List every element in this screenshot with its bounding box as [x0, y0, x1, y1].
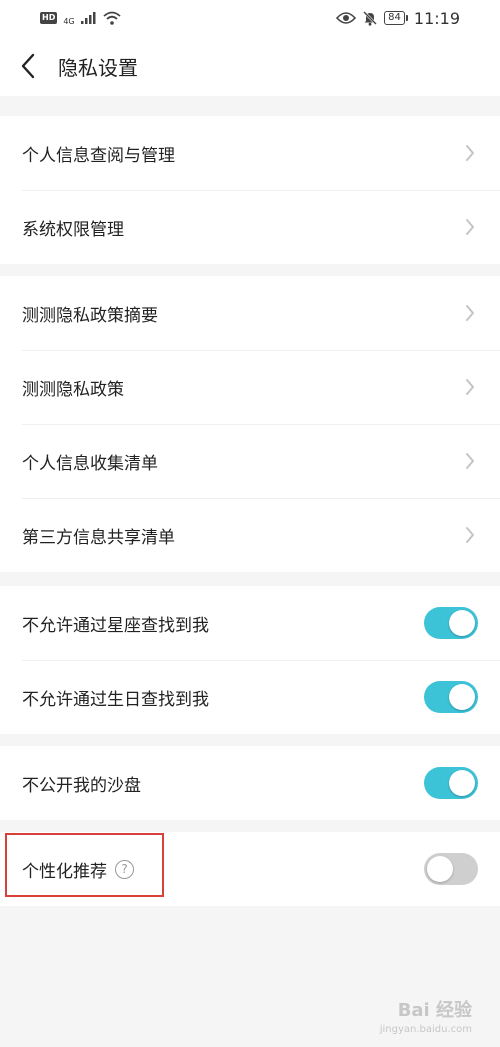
row-label: 个人信息收集清单 — [22, 453, 158, 474]
group-personal-info: 个人信息查阅与管理 系统权限管理 — [0, 116, 500, 264]
watermark-sub: jingyan.baidu.com — [379, 1024, 472, 1035]
wifi-icon — [103, 11, 121, 25]
row-hide-sandbox: 不公开我的沙盘 — [0, 746, 500, 820]
group-privacy-policies: 测测隐私政策摘要 测测隐私政策 个人信息收集清单 第三方信息共享清单 — [0, 276, 500, 572]
status-bar: HD 4G 84 11:19 — [0, 0, 500, 36]
toggle-hide-sandbox[interactable] — [424, 767, 478, 799]
row-info-collection-list[interactable]: 个人信息收集清单 — [0, 424, 500, 498]
chevron-right-icon — [462, 525, 478, 545]
bell-off-icon — [363, 11, 378, 26]
row-privacy-policy[interactable]: 测测隐私政策 — [0, 350, 500, 424]
group-sandbox: 不公开我的沙盘 — [0, 746, 500, 820]
row-label: 不允许通过星座查找到我 — [22, 615, 209, 636]
chevron-right-icon — [462, 217, 478, 237]
toggle-hide-by-constellation[interactable] — [424, 607, 478, 639]
status-left: HD 4G — [40, 10, 121, 26]
row-label: 个人信息查阅与管理 — [22, 145, 175, 166]
row-label: 测测隐私政策 — [22, 379, 124, 400]
watermark-text: Bai 经验 — [397, 1000, 472, 1021]
row-label: 不公开我的沙盘 — [22, 775, 141, 796]
row-hide-by-constellation: 不允许通过星座查找到我 — [0, 586, 500, 660]
group-discovery: 不允许通过星座查找到我 不允许通过生日查找到我 — [0, 586, 500, 734]
row-label: 不允许通过生日查找到我 — [22, 689, 209, 710]
row-personal-info-management[interactable]: 个人信息查阅与管理 — [0, 116, 500, 190]
status-right: 84 11:19 — [336, 9, 460, 28]
row-label: 测测隐私政策摘要 — [22, 305, 158, 326]
row-label: 第三方信息共享清单 — [22, 527, 175, 548]
status-time: 11:19 — [413, 8, 460, 28]
chevron-right-icon — [462, 451, 478, 471]
page-title: 隐私设置 — [58, 55, 138, 80]
hd-badge: HD — [40, 12, 58, 24]
privacy-settings-screen: HD 4G 84 11:19 隐私设置 个人信息查阅与管理 系统权限管理 测测隐… — [0, 0, 500, 1047]
top-bar: 隐私设置 — [0, 36, 500, 96]
chevron-right-icon — [462, 143, 478, 163]
toggle-personalized-recommendation[interactable] — [424, 853, 478, 885]
eye-icon — [336, 12, 357, 24]
highlight-annotation-box — [5, 833, 164, 897]
row-label: 系统权限管理 — [22, 219, 124, 240]
row-hide-by-birthday: 不允许通过生日查找到我 — [0, 660, 500, 734]
row-privacy-policy-summary[interactable]: 测测隐私政策摘要 — [0, 276, 500, 350]
toggle-hide-by-birthday[interactable] — [424, 681, 478, 713]
back-button[interactable] — [0, 36, 56, 96]
watermark: Bai 经验 jingyan.baidu.com — [380, 996, 472, 1035]
chevron-right-icon — [462, 377, 478, 397]
signal-icon — [80, 12, 96, 24]
chevron-right-icon — [462, 303, 478, 323]
row-third-party-sharing-list[interactable]: 第三方信息共享清单 — [0, 498, 500, 572]
chevron-left-icon — [21, 53, 35, 79]
network-type: 4G — [63, 17, 75, 26]
row-system-permissions[interactable]: 系统权限管理 — [0, 190, 500, 264]
battery-indicator: 84 — [384, 11, 408, 25]
